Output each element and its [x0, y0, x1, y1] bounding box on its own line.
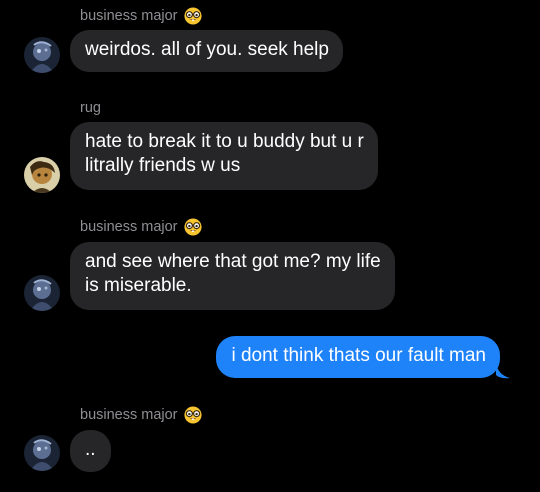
message-text: i dont think thats our fault man [231, 345, 486, 366]
message-text-line: and see where that got me? my life [85, 251, 381, 272]
bubble-tail [496, 363, 510, 379]
sender-name-text: business major [80, 407, 178, 423]
avatar[interactable] [24, 157, 60, 193]
avatar[interactable] [24, 275, 60, 311]
sender-name-text: rug [80, 100, 101, 116]
avatar-image [24, 275, 60, 311]
message-text: weirdos. all of you. seek help [85, 39, 329, 60]
sender-name: business major [80, 405, 202, 425]
sender-name-text: business major [80, 219, 178, 235]
avatar-image [24, 157, 60, 193]
sender-name: business major [80, 217, 202, 237]
avatar[interactable] [24, 435, 60, 471]
message-text: .. [85, 439, 96, 460]
message-bubble-outgoing[interactable]: i dont think thats our fault man [216, 336, 500, 378]
message-bubble-incoming[interactable]: weirdos. all of you. seek help [70, 30, 343, 72]
avatar-image [24, 37, 60, 73]
sender-name: business major [80, 6, 202, 26]
message-text-line: hate to break it to u buddy but u r [85, 131, 364, 152]
nerd-face-icon [183, 406, 202, 424]
message-bubble-incoming[interactable]: hate to break it to u buddy but u r litr… [70, 122, 378, 190]
sender-name: rug [80, 98, 101, 118]
avatar-image [24, 435, 60, 471]
sender-name-text: business major [80, 8, 178, 24]
avatar[interactable] [24, 37, 60, 73]
message-text-line: litrally friends w us [85, 155, 241, 176]
nerd-face-icon [183, 218, 202, 236]
message-bubble-incoming[interactable]: .. [70, 430, 111, 472]
message-bubble-incoming[interactable]: and see where that got me? my life is mi… [70, 242, 395, 310]
message-text-line: is miserable. [85, 275, 192, 296]
nerd-face-icon [183, 7, 202, 25]
